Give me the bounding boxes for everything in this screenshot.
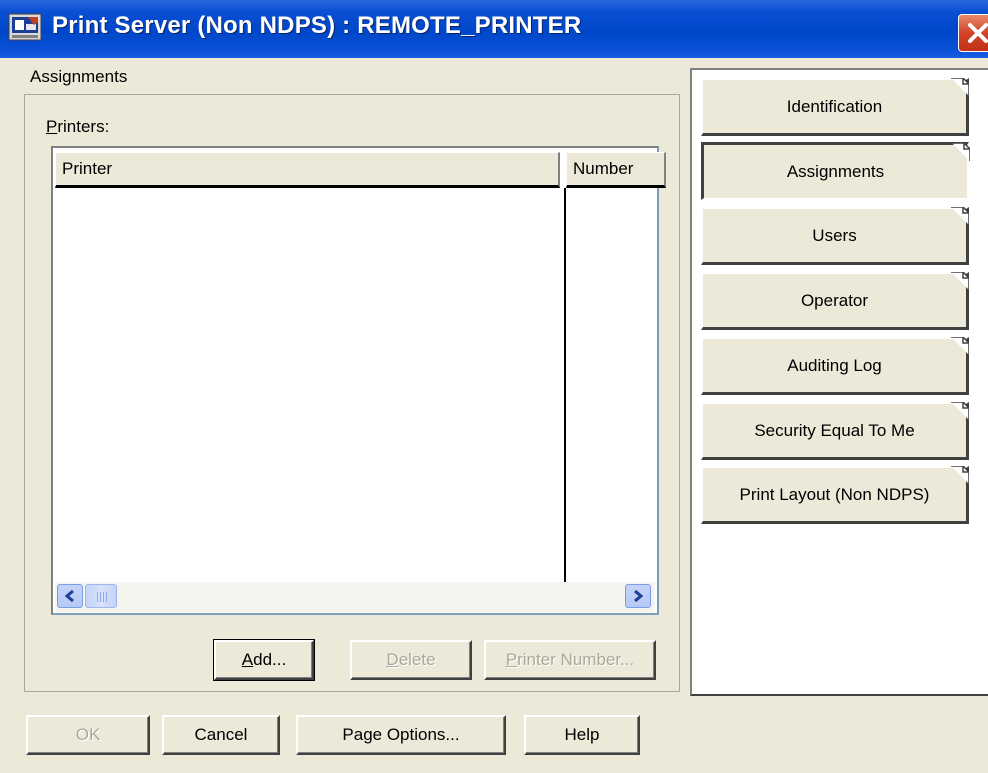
scroll-right-button[interactable] bbox=[625, 584, 651, 608]
title-bar[interactable]: Print Server (Non NDPS) : REMOTE_PRINTER bbox=[0, 0, 988, 58]
tab-label: Assignments bbox=[786, 161, 885, 181]
page-corner-fold-icon bbox=[951, 466, 969, 484]
close-button[interactable] bbox=[958, 14, 988, 52]
chevron-right-icon bbox=[634, 590, 643, 602]
page-tabs-panel: Identification Assignments Users Operato… bbox=[690, 68, 988, 696]
column-divider bbox=[564, 188, 566, 582]
chevron-left-icon bbox=[65, 590, 74, 602]
group-label-assignments: Assignments bbox=[30, 67, 128, 86]
tab-label: Users bbox=[812, 225, 857, 245]
close-icon bbox=[968, 23, 988, 43]
column-header-printer[interactable]: Printer bbox=[55, 152, 560, 188]
tab-label: Auditing Log bbox=[787, 355, 882, 375]
horizontal-scrollbar[interactable] bbox=[55, 582, 655, 612]
tab-label: Operator bbox=[800, 290, 869, 310]
tab-label: Identification bbox=[786, 96, 883, 116]
tab-identification[interactable]: Identification bbox=[701, 78, 969, 136]
page-options-button[interactable]: Page Options... bbox=[296, 715, 506, 755]
printers-list[interactable]: Printer Number bbox=[51, 146, 666, 615]
page-corner-fold-icon bbox=[951, 207, 969, 225]
ok-button[interactable]: OK bbox=[26, 715, 150, 755]
cancel-button[interactable]: Cancel bbox=[162, 715, 280, 755]
printers-label: Printers: bbox=[46, 117, 110, 136]
delete-button[interactable]: Delete bbox=[350, 640, 472, 680]
page-corner-fold-icon bbox=[952, 143, 970, 161]
tab-security-equal-to-me[interactable]: Security Equal To Me bbox=[701, 402, 969, 460]
tab-assignments[interactable]: Assignments bbox=[701, 142, 970, 200]
page-corner-fold-icon bbox=[951, 78, 969, 96]
tab-label: Print Layout (Non NDPS) bbox=[739, 484, 930, 504]
page-corner-fold-icon bbox=[951, 337, 969, 355]
add-button[interactable]: Add... bbox=[213, 639, 315, 681]
window-title: Print Server (Non NDPS) : REMOTE_PRINTER bbox=[52, 12, 582, 39]
printer-server-icon[interactable] bbox=[8, 12, 42, 42]
tab-label: Security Equal To Me bbox=[754, 420, 915, 440]
printer-number-button[interactable]: Printer Number... bbox=[484, 640, 656, 680]
column-header-number[interactable]: Number bbox=[566, 152, 666, 188]
tab-print-layout[interactable]: Print Layout (Non NDPS) bbox=[701, 466, 969, 524]
scroll-left-button[interactable] bbox=[57, 584, 83, 608]
tab-auditing-log[interactable]: Auditing Log bbox=[701, 337, 969, 395]
help-button[interactable]: Help bbox=[524, 715, 640, 755]
page-corner-fold-icon bbox=[951, 272, 969, 290]
tab-users[interactable]: Users bbox=[701, 207, 969, 265]
scroll-thumb[interactable] bbox=[85, 584, 117, 608]
tab-operator[interactable]: Operator bbox=[701, 272, 969, 330]
page-corner-fold-icon bbox=[951, 402, 969, 420]
